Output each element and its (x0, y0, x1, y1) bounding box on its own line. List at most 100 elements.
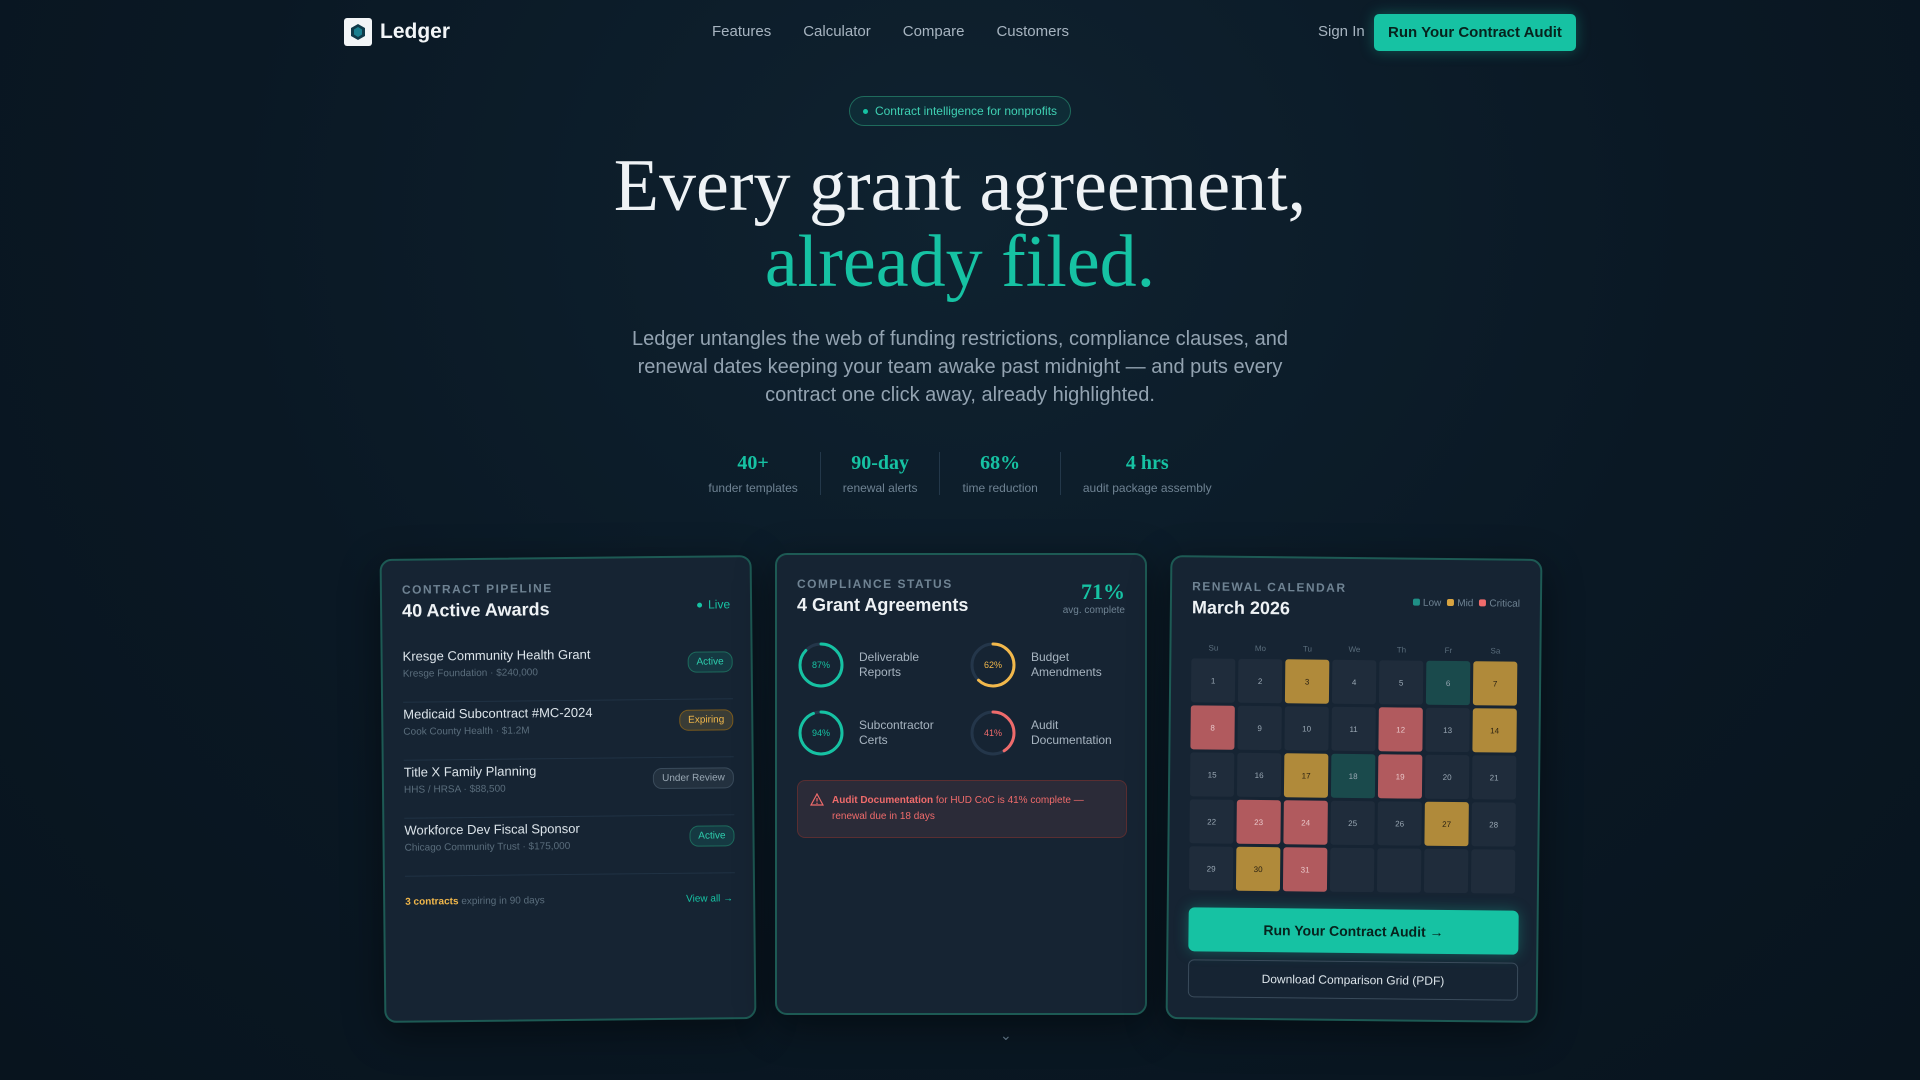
contract-meta: Kresge Foundation · $240,000 (402, 667, 538, 680)
calendar-empty-cell (1423, 848, 1469, 894)
weekday-label: Tu (1302, 644, 1313, 654)
brand-name: Ledger (380, 20, 451, 43)
pill-text: Contract intelligence for nonprofits (874, 104, 1058, 118)
ring-label: Budget Amendments (1031, 650, 1102, 679)
stat-label: funder templates (708, 481, 798, 495)
avg-complete-value: 71% (1081, 579, 1125, 604)
weekday-label: Su (1208, 643, 1219, 653)
compliance-title: COMPLIANCE STATUS (797, 577, 953, 591)
calendar-day[interactable]: 29 (1188, 846, 1234, 891)
progress-ring: 62% (969, 641, 1017, 689)
pipeline-card: CONTRACT PIPELINE 40 Active Awards Live … (379, 555, 757, 1023)
nav-link-customers[interactable]: Customers (996, 23, 1069, 40)
top-nav: Ledger Features Calculator Compare Custo… (0, 0, 1920, 64)
legend-swatch (1412, 598, 1420, 606)
stat-value: 68% (980, 452, 1021, 474)
weekday-label: Mo (1254, 643, 1267, 654)
nav-link-compare[interactable]: Compare (903, 23, 965, 40)
calendar-day[interactable]: 31 (1282, 847, 1328, 892)
run-audit-button[interactable]: Run Your Contract Audit (1374, 14, 1576, 51)
status-badge: Active (687, 651, 733, 673)
calendar-day[interactable]: 2 (1237, 658, 1283, 704)
calendar-day[interactable]: 4 (1331, 659, 1377, 705)
calendar-title: RENEWAL CALENDAR (1192, 579, 1347, 595)
calendar-day[interactable]: 15 (1189, 752, 1235, 797)
calendar-day[interactable]: 26 (1377, 801, 1422, 846)
progress-ring: 87% (797, 641, 845, 689)
legend-critical: Critical (1479, 598, 1520, 610)
alert-text: Audit Documentation for HUD CoC is 41% c… (832, 793, 1112, 825)
calendar-day[interactable]: 7 (1472, 661, 1518, 706)
stat-item: 90-day renewal alerts (819, 452, 940, 495)
ring-value: 41% (983, 728, 1002, 738)
contract-name: Workforce Dev Fiscal Sponsor (404, 820, 580, 838)
calendar-day[interactable]: 5 (1378, 660, 1424, 705)
calendar-day[interactable]: 11 (1331, 706, 1376, 752)
ring-value: 62% (983, 660, 1002, 670)
calendar-grid: Su Mo Tu We Th Fr Sa 1 2 3 4 5 6 7 8 9 10 11 12 13 14 15 16 17 1… (1188, 643, 1518, 894)
view-all-link[interactable]: View all → (686, 893, 733, 904)
weekday-label: We (1348, 644, 1361, 655)
calendar-day[interactable]: 22 (1189, 799, 1234, 844)
progress-ring: 94% (797, 709, 845, 757)
scroll-down-chevron-icon[interactable]: ⌄ (1000, 1027, 1012, 1044)
hero-title-line2: already filed. (764, 221, 1156, 303)
live-dot-icon (697, 602, 703, 608)
calendar-day[interactable]: 13 (1425, 707, 1470, 753)
ring-value: 94% (811, 728, 830, 738)
warning-icon (810, 793, 824, 806)
calendar-day[interactable]: 16 (1236, 752, 1282, 798)
calendar-day[interactable]: 19 (1377, 754, 1423, 799)
pipeline-heading: 40 Active Awards (402, 599, 550, 621)
stat-label: renewal alerts (842, 481, 918, 495)
contract-name: Medicaid Subcontract #MC-2024 (403, 704, 593, 722)
contract-name: Kresge Community Health Grant (402, 646, 591, 664)
ring-label: Audit Documentation (1031, 718, 1112, 747)
nav-link-calculator[interactable]: Calculator (803, 23, 871, 40)
contract-row[interactable]: Kresge Community Health Grant Kresge Fou… (402, 641, 734, 703)
calendar-day[interactable]: 24 (1283, 800, 1328, 845)
legend-low: Low (1412, 598, 1441, 609)
stat-item: 40+ funder templates (686, 452, 819, 495)
sign-in-link[interactable]: Sign In (1318, 23, 1365, 40)
contract-meta: HHS / HRSA · $88,500 (403, 783, 506, 796)
calendar-empty-cell (1376, 848, 1422, 893)
stat-item: 68% time reduction (939, 452, 1059, 495)
contract-meta: Chicago Community Trust · $175,000 (404, 840, 571, 854)
compliance-card: COMPLIANCE STATUS 4 Grant Agreements 71%… (775, 553, 1147, 1015)
calendar-day[interactable]: 10 (1284, 706, 1329, 751)
calendar-empty-cell (1329, 847, 1375, 893)
contract-row[interactable]: Title X Family Planning HHS / HRSA · $88… (403, 757, 735, 819)
contract-row[interactable]: Medicaid Subcontract #MC-2024 Cook Count… (403, 699, 734, 761)
contract-row[interactable]: Workforce Dev Fiscal Sponsor Chicago Com… (404, 815, 735, 877)
calendar-day[interactable]: 30 (1235, 846, 1281, 892)
download-pdf-button[interactable]: Download Comparison Grid (PDF) (1187, 959, 1519, 1001)
calendar-day[interactable]: 14 (1472, 708, 1517, 753)
calendar-day[interactable]: 9 (1237, 705, 1282, 751)
nav-link-features[interactable]: Features (712, 23, 771, 40)
calendar-day[interactable]: 25 (1330, 800, 1375, 846)
hero-title-line1: Every grant agreement, (613, 145, 1307, 227)
calendar-day[interactable]: 1 (1190, 658, 1236, 703)
calendar-day[interactable]: 8 (1190, 705, 1235, 750)
stat-value: 4 hrs (1125, 452, 1169, 474)
calendar-day[interactable]: 6 (1425, 660, 1471, 706)
status-badge: Active (689, 825, 735, 847)
contract-name: Title X Family Planning (403, 763, 537, 780)
status-badge: Under Review (652, 767, 735, 790)
calendar-day[interactable]: 17 (1283, 753, 1329, 798)
calendar-legend: Low Mid Critical (1412, 598, 1520, 610)
stat-value: 40+ (737, 452, 769, 474)
calendar-day[interactable]: 21 (1471, 755, 1517, 800)
calendar-day[interactable]: 27 (1424, 801, 1469, 847)
calendar-day[interactable]: 3 (1284, 659, 1330, 704)
calendar-day[interactable]: 12 (1378, 707, 1423, 752)
calendar-day[interactable]: 28 (1471, 802, 1516, 847)
calendar-day[interactable]: 23 (1236, 799, 1281, 845)
calendar-day[interactable]: 18 (1330, 753, 1376, 799)
stat-item: 4 hrs audit package assembly (1059, 452, 1234, 495)
calendar-day[interactable]: 20 (1424, 754, 1470, 800)
hero-pill-badge: Contract intelligence for nonprofits (849, 96, 1071, 126)
brand-logo[interactable]: Ledger (344, 18, 450, 46)
run-audit-card-button[interactable]: Run Your Contract Audit → (1188, 907, 1519, 955)
